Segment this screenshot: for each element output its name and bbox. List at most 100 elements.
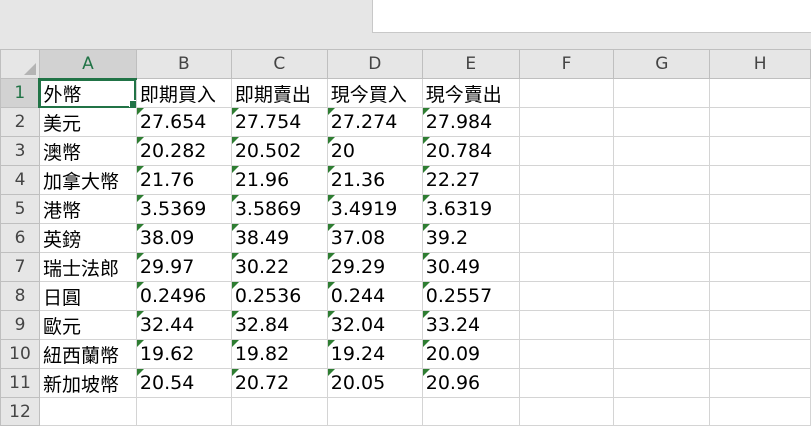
cell-f12[interactable] <box>518 397 615 426</box>
cell-a4[interactable]: 加拿大幣 <box>38 165 137 195</box>
cell-a12[interactable] <box>38 397 137 426</box>
column-header-b[interactable]: B <box>135 49 232 79</box>
cell-g1[interactable] <box>613 78 711 108</box>
cell-e5[interactable]: 3.6319 <box>421 194 520 224</box>
cell-d2[interactable]: 27.274 <box>326 107 423 137</box>
cell-e7[interactable]: 30.49 <box>421 252 520 282</box>
row-header-2[interactable]: 2 <box>0 107 40 137</box>
column-header-c[interactable]: C <box>230 49 328 79</box>
cell-a3[interactable]: 澳幣 <box>38 136 137 166</box>
cell-h5[interactable] <box>709 194 811 224</box>
column-header-d[interactable]: D <box>326 49 423 79</box>
cell-d11[interactable]: 20.05 <box>326 368 423 398</box>
row-header-6[interactable]: 6 <box>0 223 40 253</box>
cell-f4[interactable] <box>518 165 615 195</box>
cell-e10[interactable]: 20.09 <box>421 339 520 369</box>
cell-a11[interactable]: 新加坡幣 <box>38 368 137 398</box>
cell-a2[interactable]: 美元 <box>38 107 137 137</box>
cell-d10[interactable]: 19.24 <box>326 339 423 369</box>
cell-a1[interactable]: 外幣 <box>38 78 137 108</box>
cell-g9[interactable] <box>613 310 711 340</box>
cell-d8[interactable]: 0.244 <box>326 281 423 311</box>
cell-c2[interactable]: 27.754 <box>230 107 328 137</box>
cell-h7[interactable] <box>709 252 811 282</box>
cell-f7[interactable] <box>518 252 615 282</box>
cell-f8[interactable] <box>518 281 615 311</box>
cell-f1[interactable] <box>518 78 615 108</box>
cell-d1[interactable]: 現今買入 <box>326 78 423 108</box>
row-header-5[interactable]: 5 <box>0 194 40 224</box>
cell-g3[interactable] <box>613 136 711 166</box>
cell-g10[interactable] <box>613 339 711 369</box>
cell-g12[interactable] <box>613 397 711 426</box>
cell-e1[interactable]: 現今賣出 <box>421 78 520 108</box>
cell-c6[interactable]: 38.49 <box>230 223 328 253</box>
cell-c1[interactable]: 即期賣出 <box>230 78 328 108</box>
cell-h3[interactable] <box>709 136 811 166</box>
cell-d3[interactable]: 20 <box>326 136 423 166</box>
cell-d4[interactable]: 21.36 <box>326 165 423 195</box>
cell-e9[interactable]: 33.24 <box>421 310 520 340</box>
cell-h1[interactable] <box>709 78 811 108</box>
cell-e4[interactable]: 22.27 <box>421 165 520 195</box>
cell-b9[interactable]: 32.44 <box>135 310 232 340</box>
cell-e8[interactable]: 0.2557 <box>421 281 520 311</box>
cell-h10[interactable] <box>709 339 811 369</box>
cell-c4[interactable]: 21.96 <box>230 165 328 195</box>
cell-d9[interactable]: 32.04 <box>326 310 423 340</box>
cell-e11[interactable]: 20.96 <box>421 368 520 398</box>
cell-f10[interactable] <box>518 339 615 369</box>
cell-b2[interactable]: 27.654 <box>135 107 232 137</box>
cell-g11[interactable] <box>613 368 711 398</box>
cell-g6[interactable] <box>613 223 711 253</box>
cell-c11[interactable]: 20.72 <box>230 368 328 398</box>
row-header-9[interactable]: 9 <box>0 310 40 340</box>
cell-b1[interactable]: 即期買入 <box>135 78 232 108</box>
row-header-8[interactable]: 8 <box>0 281 40 311</box>
cell-h8[interactable] <box>709 281 811 311</box>
cell-f5[interactable] <box>518 194 615 224</box>
cell-g2[interactable] <box>613 107 711 137</box>
cell-b12[interactable] <box>135 397 232 426</box>
cell-h4[interactable] <box>709 165 811 195</box>
cell-e12[interactable] <box>421 397 520 426</box>
cell-b5[interactable]: 3.5369 <box>135 194 232 224</box>
cell-g4[interactable] <box>613 165 711 195</box>
column-header-e[interactable]: E <box>421 49 520 79</box>
cell-b4[interactable]: 21.76 <box>135 165 232 195</box>
formula-bar[interactable] <box>372 0 811 33</box>
cell-c8[interactable]: 0.2536 <box>230 281 328 311</box>
cell-h9[interactable] <box>709 310 811 340</box>
cell-a9[interactable]: 歐元 <box>38 310 137 340</box>
row-header-4[interactable]: 4 <box>0 165 40 195</box>
cell-c7[interactable]: 30.22 <box>230 252 328 282</box>
cell-a10[interactable]: 紐西蘭幣 <box>38 339 137 369</box>
cell-e3[interactable]: 20.784 <box>421 136 520 166</box>
cell-a6[interactable]: 英鎊 <box>38 223 137 253</box>
cell-b10[interactable]: 19.62 <box>135 339 232 369</box>
cell-c10[interactable]: 19.82 <box>230 339 328 369</box>
row-header-7[interactable]: 7 <box>0 252 40 282</box>
cell-c3[interactable]: 20.502 <box>230 136 328 166</box>
column-header-h[interactable]: H <box>709 49 811 79</box>
cell-g8[interactable] <box>613 281 711 311</box>
cell-f6[interactable] <box>518 223 615 253</box>
cell-c5[interactable]: 3.5869 <box>230 194 328 224</box>
cell-c9[interactable]: 32.84 <box>230 310 328 340</box>
cell-d7[interactable]: 29.29 <box>326 252 423 282</box>
cell-d6[interactable]: 37.08 <box>326 223 423 253</box>
cell-h12[interactable] <box>709 397 811 426</box>
cell-d12[interactable] <box>326 397 423 426</box>
fill-handle[interactable] <box>128 100 136 107</box>
cell-a5[interactable]: 港幣 <box>38 194 137 224</box>
cell-b6[interactable]: 38.09 <box>135 223 232 253</box>
row-header-11[interactable]: 11 <box>0 368 40 398</box>
cell-h6[interactable] <box>709 223 811 253</box>
cell-b8[interactable]: 0.2496 <box>135 281 232 311</box>
cell-g5[interactable] <box>613 194 711 224</box>
column-header-f[interactable]: F <box>518 49 615 79</box>
cell-f3[interactable] <box>518 136 615 166</box>
column-header-a[interactable]: A <box>38 49 137 80</box>
row-header-12[interactable]: 12 <box>0 397 40 426</box>
cell-d5[interactable]: 3.4919 <box>326 194 423 224</box>
